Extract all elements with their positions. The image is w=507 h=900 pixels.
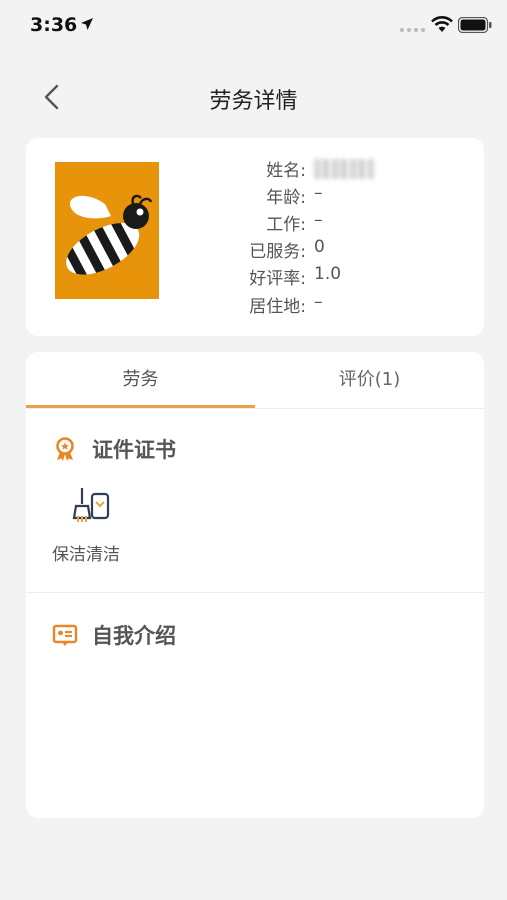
info-row-served: 已服务: 0 [176,237,476,264]
section-title: 自我介绍 [92,624,176,648]
signal-icon [400,28,425,32]
info-label: 已服务: [249,242,306,262]
tab-labor[interactable]: 劳务 [26,352,255,408]
page-title: 劳务详情 [209,89,298,114]
name-redacted [314,159,374,179]
divider [26,408,484,409]
bee-logo-icon [55,162,159,299]
info-row-residence: 居住地: – [176,292,476,319]
status-time: 3:36 [30,14,78,36]
info-row-job: 工作: – [176,210,476,237]
info-row-rating: 好评率: 1.0 [176,264,476,291]
battery-icon [458,17,492,33]
id-card-icon [52,624,78,646]
section-title: 证件证书 [92,438,176,462]
info-label: 好评率: [249,269,306,289]
wifi-icon [431,16,453,32]
profile-card: 姓名: 年龄: – 工作: – 已服务: 0 好评率: 1.0 居住地: – [26,138,484,336]
certificate-item[interactable]: 保洁清洁 [52,484,142,568]
info-value: – [314,292,323,312]
info-label: 居住地: [249,297,306,317]
info-label: 年龄: [266,188,306,208]
info-label: 工作: [266,215,306,235]
detail-card: 劳务 评价(1) 证件证书 保洁清洁 自我介绍 [26,352,484,818]
cleaning-icon [72,488,110,522]
info-row-age: 年龄: – [176,183,476,210]
info-row-name: 姓名: [176,156,476,183]
award-icon [56,437,74,461]
avatar [55,162,159,299]
info-label: 姓名: [266,161,306,181]
info-value: – [314,210,323,230]
info-value: 1.0 [314,264,342,284]
info-value: – [314,183,323,203]
status-bar: 3:36 [0,0,507,54]
tab-reviews[interactable]: 评价(1) [255,352,484,408]
info-value: 0 [314,237,325,257]
nav-bar: 劳务详情 [0,64,507,128]
certificate-label: 保洁清洁 [52,545,120,565]
divider [26,592,484,593]
location-arrow-icon [81,18,93,30]
